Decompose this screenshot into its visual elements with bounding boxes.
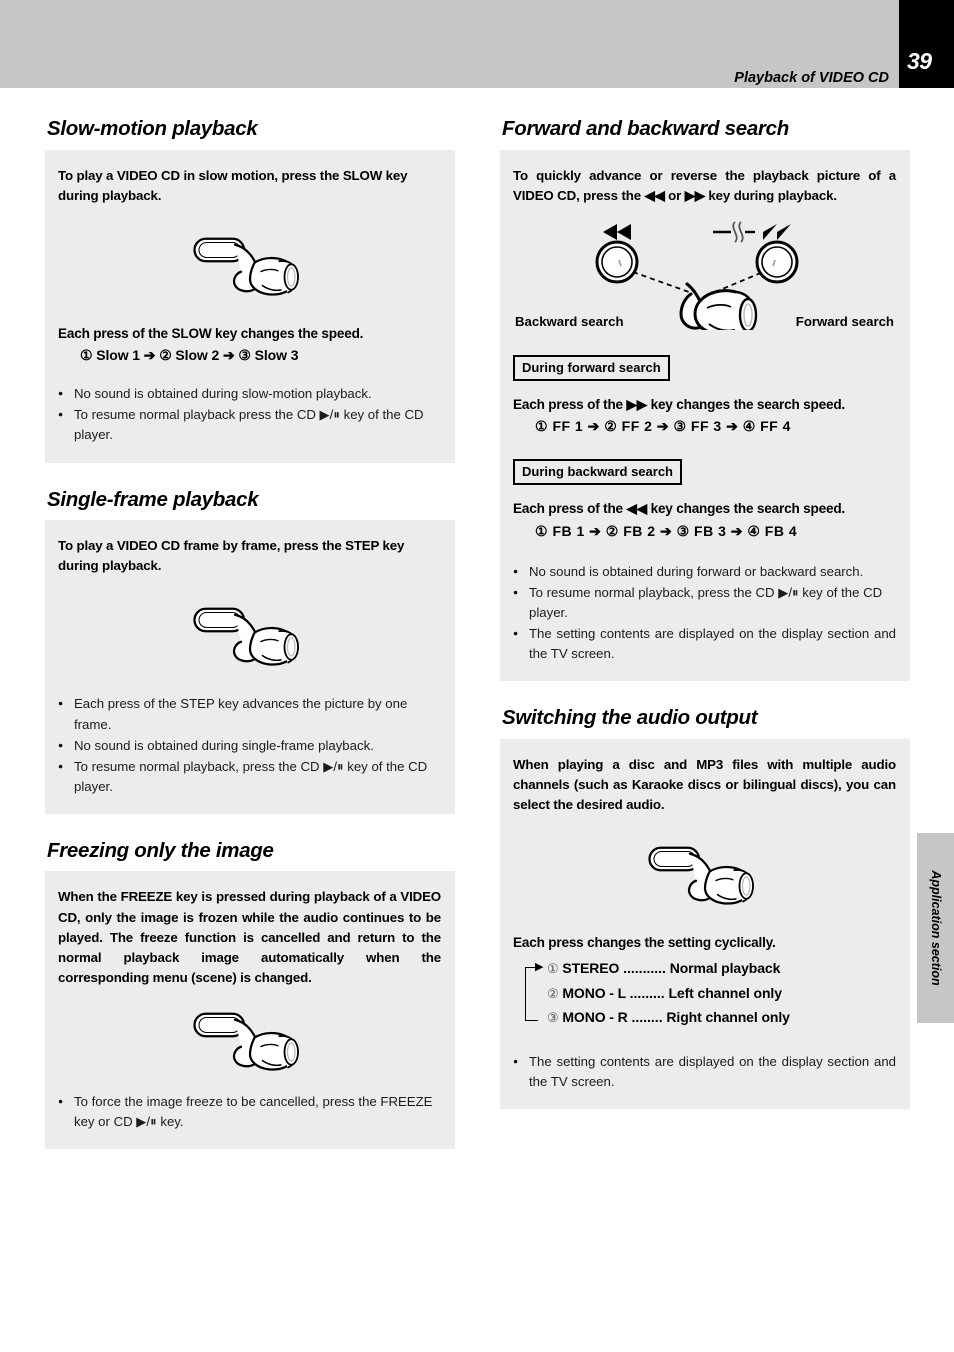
section-title-freezing: Freezing only the image bbox=[47, 838, 274, 862]
freezing-intro: When the FREEZE key is pressed during pl… bbox=[58, 889, 441, 986]
slow-motion-speed-sequence: ① Slow 1 ➔ ② Slow 2 ➔ ③ Slow 3 bbox=[80, 347, 299, 364]
hand-pressing-key-icon bbox=[192, 1012, 299, 1072]
cycle-item-dots: ......... bbox=[629, 984, 665, 1001]
cycle-bracket bbox=[525, 966, 538, 1021]
list-item: To force the image freeze to be cancelle… bbox=[58, 1092, 441, 1132]
cycle-item-number: ③ bbox=[547, 1010, 559, 1026]
panel-slow-motion: To play a VIDEO CD in slow motion, press… bbox=[45, 149, 455, 463]
side-tab-label: Application section bbox=[928, 870, 943, 986]
panel-single-frame: To play a VIDEO CD frame by frame, press… bbox=[45, 520, 455, 814]
cycle-item-name: MONO - L bbox=[562, 984, 626, 1001]
illustration-hand-pressing-key bbox=[58, 576, 441, 694]
cycle-item-stereo: ① STEREO ........... Normal playback bbox=[547, 956, 896, 981]
cycle-item-desc: Left channel only bbox=[668, 984, 782, 1001]
cycle-item-name: STEREO bbox=[562, 959, 620, 976]
list-item: The setting contents are displayed on th… bbox=[513, 1052, 896, 1092]
cycle-item-dots: ........... bbox=[623, 959, 666, 976]
panel-freezing: When the FREEZE key is pressed during pl… bbox=[45, 871, 455, 1150]
break-squiggle-glyph bbox=[712, 221, 755, 243]
backward-search-heading: Each press of the ◀◀ key changes the sea… bbox=[513, 501, 846, 517]
search-intro: To quickly advance or reverse the playba… bbox=[513, 167, 896, 203]
cycle-item-mono-l: ② MONO - L ......... Left channel only bbox=[547, 981, 896, 1006]
list-item: No sound is obtained during forward or b… bbox=[513, 562, 896, 582]
forward-arrow-glyph bbox=[762, 223, 791, 240]
page-number: 39 bbox=[907, 48, 932, 74]
section-title-search: Forward and backward search bbox=[502, 117, 789, 140]
freezing-notes: To force the image freeze to be cancelle… bbox=[58, 1092, 441, 1132]
search-notes: No sound is obtained during forward or b… bbox=[513, 562, 896, 664]
hand-pressing-key-icon bbox=[647, 846, 754, 905]
forward-search-heading: Each press of the ▶▶ key changes the sea… bbox=[513, 396, 846, 412]
cycle-item-dots: ........ bbox=[631, 1009, 663, 1026]
list-item: To resume normal playback press the CD ▶… bbox=[58, 405, 441, 445]
side-tab-application-section: Application section bbox=[917, 833, 954, 1023]
single-frame-notes: Each press of the STEP key advances the … bbox=[58, 694, 441, 796]
left-column: Slow-motion playback To play a VIDEO CD … bbox=[45, 117, 455, 1150]
cycle-item-number: ② bbox=[547, 985, 559, 1001]
right-column: Forward and backward search To quickly a… bbox=[500, 117, 910, 1110]
section-title-audio-output: Switching the audio output bbox=[502, 706, 758, 730]
cycle-item-number: ① bbox=[547, 960, 559, 976]
backward-arrow-glyph bbox=[602, 223, 631, 240]
list-item: The setting contents are displayed on th… bbox=[513, 624, 896, 664]
list-item: To resume normal playback, press the CD … bbox=[58, 757, 441, 797]
cycle-item-desc: Normal playback bbox=[669, 959, 781, 976]
audio-output-cycle-list: ▶ ① STEREO ........... Normal playback ②… bbox=[513, 956, 896, 1031]
list-item: To resume normal playback, press the CD … bbox=[513, 583, 896, 623]
panel-audio-output: When playing a disc and MP3 files with m… bbox=[500, 738, 910, 1110]
backward-search-sequence: ① FB 1 ➔ ② FB 2 ➔ ③ FB 3 ➔ ④ FB 4 bbox=[535, 522, 798, 539]
illustration-hand-pressing-key bbox=[513, 815, 896, 933]
page-number-box: 39 bbox=[899, 0, 954, 88]
audio-output-cycle-heading: Each press changes the setting cyclicall… bbox=[513, 935, 776, 951]
illustration-search-keys bbox=[513, 206, 896, 334]
hand-pressing-key-icon bbox=[192, 237, 299, 296]
section-title-single-frame: Single-frame playback bbox=[47, 487, 259, 511]
panel-search: To quickly advance or reverse the playba… bbox=[500, 149, 910, 682]
audio-output-notes: The setting contents are displayed on th… bbox=[513, 1052, 896, 1092]
slow-motion-speed-heading: Each press of the SLOW key changes the s… bbox=[58, 325, 364, 341]
cycle-arrow-icon: ▶ bbox=[535, 960, 544, 973]
page-header-title: Playback of VIDEO CD bbox=[734, 70, 889, 86]
cycle-item-mono-r: ③ MONO - R ........ Right channel only bbox=[547, 1005, 896, 1030]
section-title-slow-motion: Slow-motion playback bbox=[47, 117, 258, 140]
slow-motion-notes: No sound is obtained during slow-motion … bbox=[58, 384, 441, 445]
illustration-hand-pressing-key bbox=[58, 206, 441, 324]
list-item: No sound is obtained during single-frame… bbox=[58, 736, 441, 756]
list-item: No sound is obtained during slow-motion … bbox=[58, 384, 441, 404]
list-item: Each press of the STEP key advances the … bbox=[58, 694, 441, 734]
boxed-caption-during-forward-search: During forward search bbox=[513, 354, 670, 381]
cycle-item-desc: Right channel only bbox=[666, 1009, 790, 1026]
header-band: Playback of VIDEO CD 39 bbox=[0, 0, 954, 88]
hand-pressing-key-icon bbox=[192, 608, 299, 667]
cycle-item-name: MONO - R bbox=[562, 1009, 628, 1026]
forward-search-sequence: ① FF 1 ➔ ② FF 2 ➔ ③ FF 3 ➔ ④ FF 4 bbox=[535, 418, 791, 435]
two-round-keys-with-hand-icon bbox=[595, 221, 798, 330]
single-frame-intro: To play a VIDEO CD frame by frame, press… bbox=[58, 538, 405, 574]
audio-output-intro: When playing a disc and MP3 files with m… bbox=[513, 756, 896, 812]
illustration-hand-pressing-key bbox=[58, 988, 441, 1092]
slow-motion-intro: To play a VIDEO CD in slow motion, press… bbox=[58, 167, 408, 203]
boxed-caption-during-backward-search: During backward search bbox=[513, 459, 682, 486]
